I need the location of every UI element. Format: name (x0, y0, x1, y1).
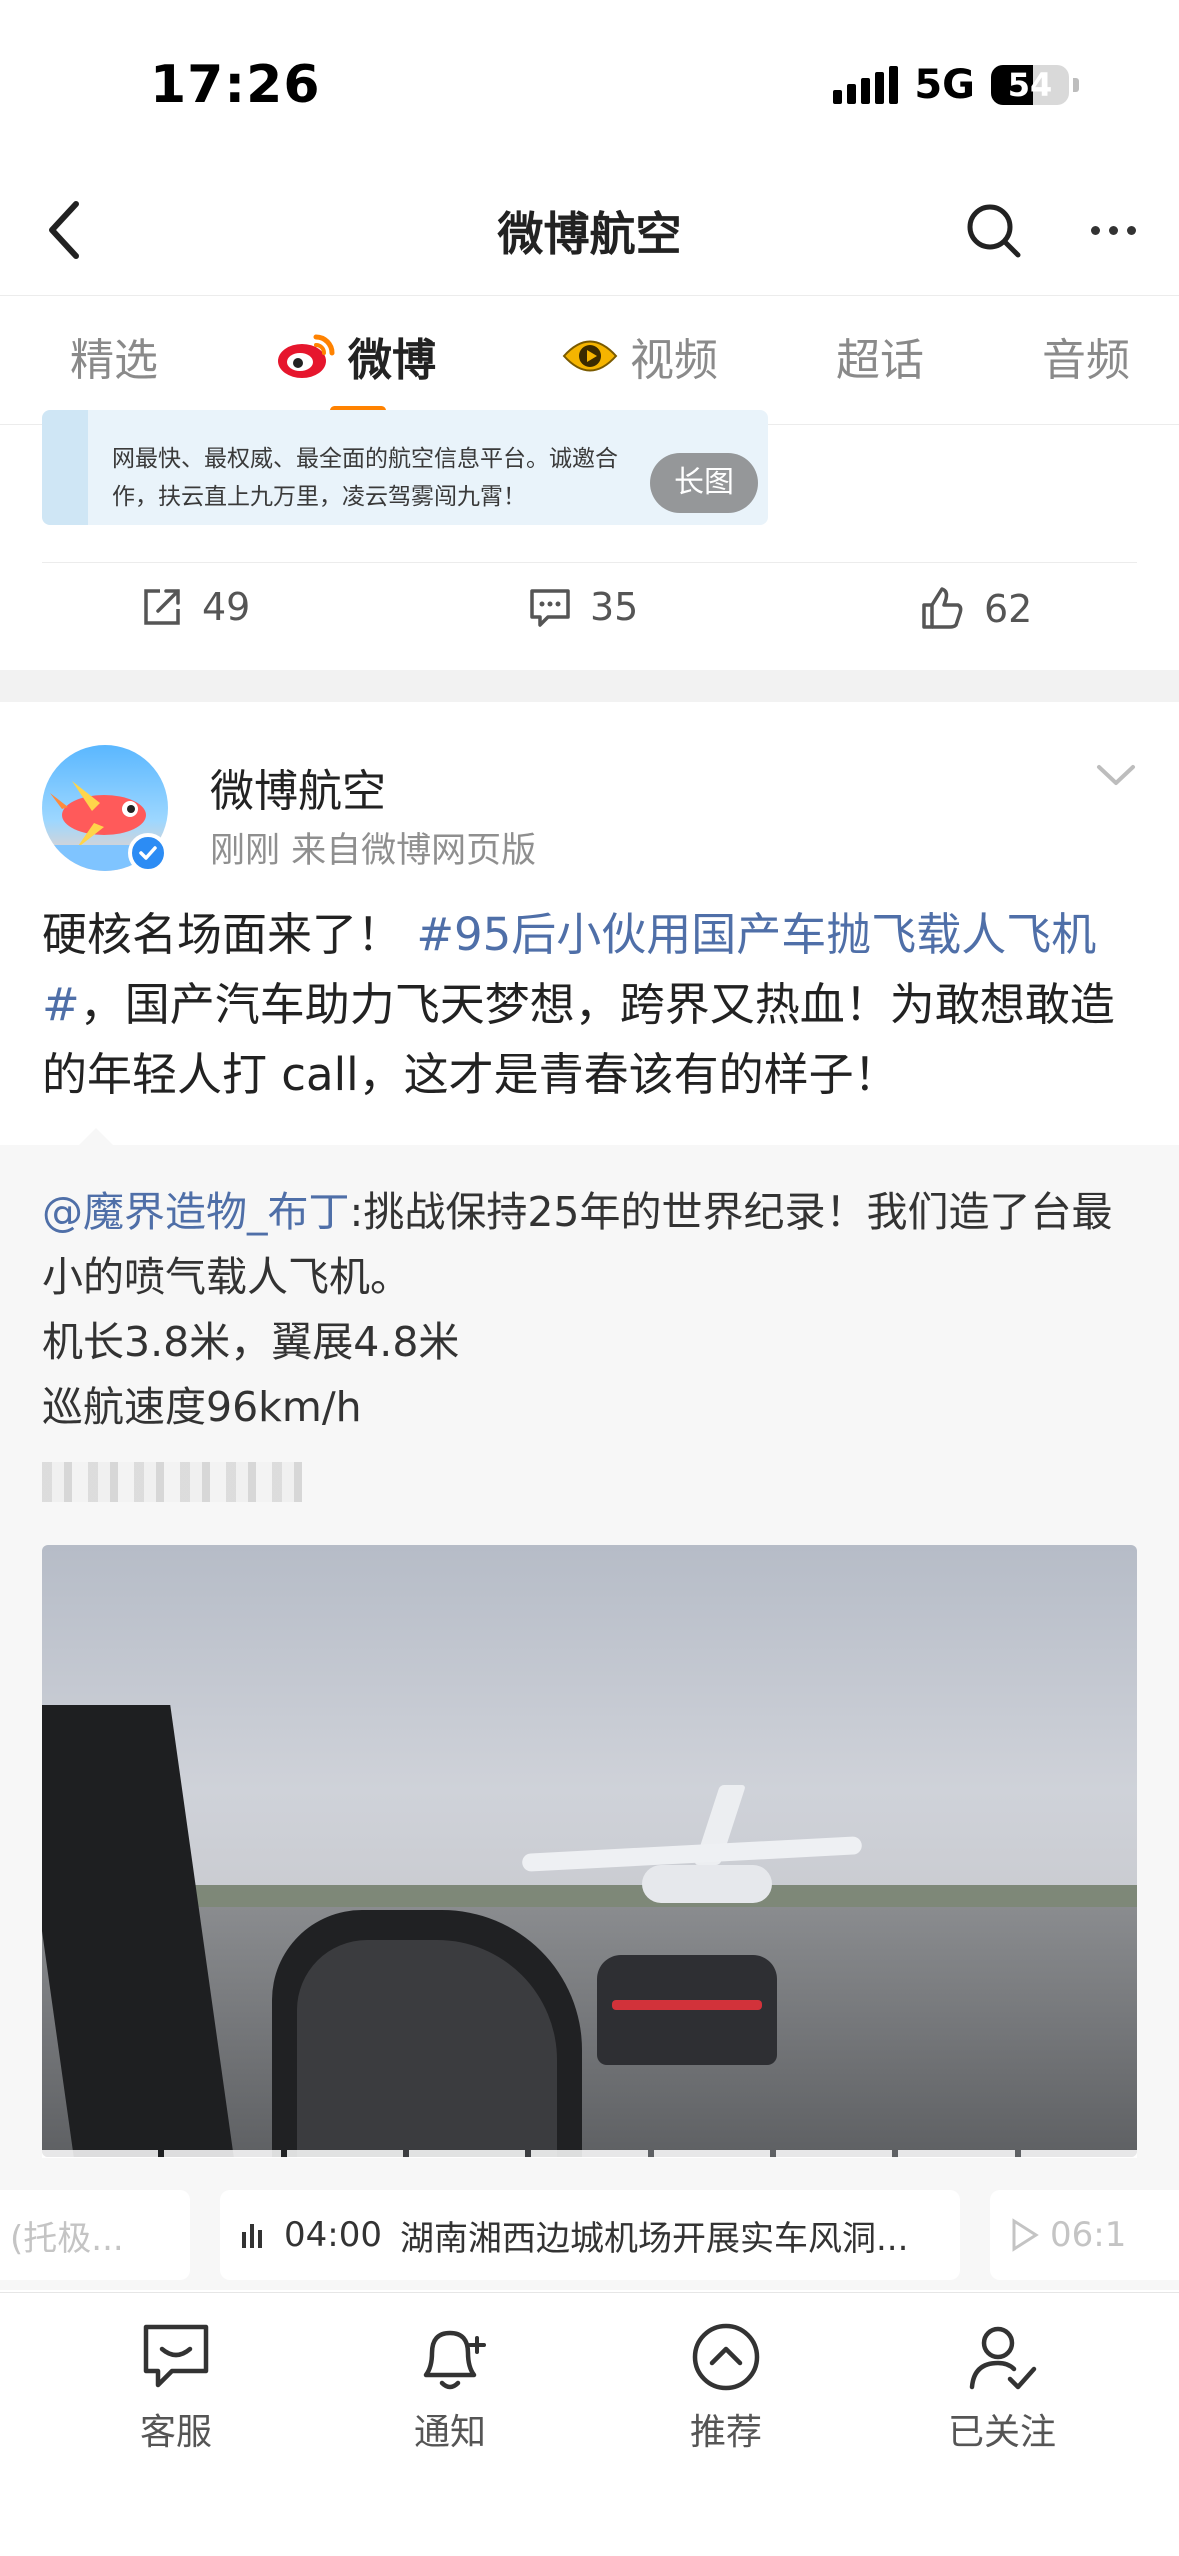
video-scene (612, 2000, 762, 2010)
more-button[interactable] (1077, 194, 1149, 266)
toolbar-label: 推荐 (689, 2412, 762, 2453)
customer-service-button[interactable]: 客服 (86, 2319, 266, 2455)
section-separator (0, 670, 1179, 702)
search-button[interactable] (957, 194, 1029, 266)
post-text: 硬核名场面来了！ #95后小伙用国产车抛飞载人飞机#，国产汽车助力飞天梦想，跨界… (42, 900, 1142, 1110)
following-button[interactable]: 已关注 (912, 2319, 1092, 2455)
chip-title: 湖南湘西边城机场开展实车风洞... (399, 2218, 909, 2259)
toolbar-label: 通知 (413, 2412, 486, 2453)
video-scene (297, 1940, 557, 2157)
verified-check (139, 846, 157, 860)
tab-video[interactable]: 视频 (560, 324, 718, 388)
tab-audio[interactable]: 音频 (1042, 324, 1130, 388)
network-label: 5G (914, 62, 975, 108)
signal-icon (833, 66, 899, 104)
status-bar: 17:26 5G 54 (0, 0, 1179, 170)
tab-label: 超话 (836, 335, 924, 386)
tab-label: 音频 (1042, 335, 1130, 386)
repost-text: @魔界造物_布丁:挑战保持25年的世界纪录！我们造了台最小的喷气载人飞机。 机长… (42, 1180, 1142, 1440)
tab-featured[interactable]: 精选 (70, 324, 158, 388)
chip-label: (托极... (10, 2218, 124, 2259)
video-player[interactable] (42, 1545, 1137, 2157)
search-icon (967, 204, 1021, 258)
long-image-badge: 长图 (650, 453, 758, 513)
chat-bubble-icon (143, 2324, 209, 2388)
video-eye-icon (562, 340, 618, 372)
related-videos: (托极... 04:00 湖南湘西边城机场开展实车风洞... 06:1 (0, 2190, 1179, 2280)
more-dots-icon (1090, 225, 1100, 235)
redacted-text (42, 1462, 302, 1502)
battery-icon: 54 (991, 65, 1069, 105)
post-actions: 49 35 62 (0, 575, 1179, 655)
chevron-down-icon (1097, 765, 1135, 785)
tab-label: 视频 (630, 335, 718, 386)
tab-super-topic[interactable]: 超话 (836, 324, 924, 388)
toolbar-label: 已关注 (947, 2412, 1056, 2453)
bottom-toolbar: 客服 通知 推荐 已关注 (0, 2292, 1179, 2556)
repost-notch (78, 1128, 114, 1146)
post-menu-button[interactable] (1091, 755, 1141, 795)
repost-line: 巡航速度96km/h (42, 1383, 362, 1431)
status-time: 17:26 (150, 55, 321, 115)
related-video-chip[interactable]: 04:00 湖南湘西边城机场开展实车风洞... (220, 2190, 960, 2280)
status-indicators: 5G 54 (833, 62, 1079, 108)
weibo-logo-icon (278, 334, 335, 378)
user-check-icon (969, 2326, 1037, 2390)
divider (42, 562, 1137, 563)
video-scene (597, 1955, 777, 2065)
share-icon (144, 589, 180, 625)
recommend-button[interactable]: 推荐 (636, 2319, 816, 2455)
related-video-chip[interactable]: 06:1 (990, 2190, 1179, 2280)
nav-bar: 微博航空 (0, 170, 1179, 295)
toolbar-label: 客服 (139, 2412, 212, 2453)
long-image-card[interactable]: 网最快、最权威、最全面的航空信息平台。诚邀合 作，扶云直上九万里，凌云驾雾闯九霄… (42, 410, 768, 525)
post-text-part: 硬核名场面来了！ (42, 908, 417, 961)
up-circle-icon (692, 2323, 760, 2391)
post-meta: 刚刚 来自微博网页版 (210, 831, 537, 871)
comment-count: 35 (590, 585, 639, 629)
post-text-part: ，国产汽车助力飞天梦想，跨界又热血！为敢想敢造的年轻人打 call，这才是青春该… (42, 978, 1115, 1101)
repost-line: 机长3.8米，翼展4.8米 (42, 1318, 460, 1366)
repost-button[interactable]: 49 (140, 585, 250, 629)
battery-cap (1073, 78, 1079, 92)
tab-label: 精选 (70, 335, 158, 386)
comment-button[interactable]: 35 (528, 585, 638, 629)
like-button[interactable]: 62 (918, 585, 1032, 633)
chip-time: 06:1 (1050, 2215, 1127, 2255)
verified-badge-icon (128, 833, 168, 873)
repost-count: 49 (202, 585, 251, 629)
comment-icon (530, 589, 570, 627)
chip-time: 04:00 (284, 2215, 382, 2255)
related-video-chip[interactable]: (托极... (0, 2190, 190, 2280)
tab-bar: 精选 微博 视频 超话 音频 (0, 295, 1179, 425)
thumbs-up-icon (922, 587, 963, 629)
notify-button[interactable]: 通知 (360, 2319, 540, 2455)
video-segments (42, 2150, 1137, 2158)
audio-bars-icon (242, 2224, 262, 2248)
like-count: 62 (984, 587, 1033, 631)
tab-weibo[interactable]: 微博 (276, 324, 436, 388)
video-scene (642, 1865, 772, 1903)
play-icon (1012, 2218, 1039, 2252)
author-name[interactable]: 微博航空 (210, 755, 386, 819)
mention-link[interactable]: @魔界造物_布丁 (42, 1188, 350, 1236)
battery-level: 54 (1007, 66, 1053, 104)
tab-label: 微博 (348, 335, 436, 386)
bell-add-icon (423, 2330, 486, 2390)
